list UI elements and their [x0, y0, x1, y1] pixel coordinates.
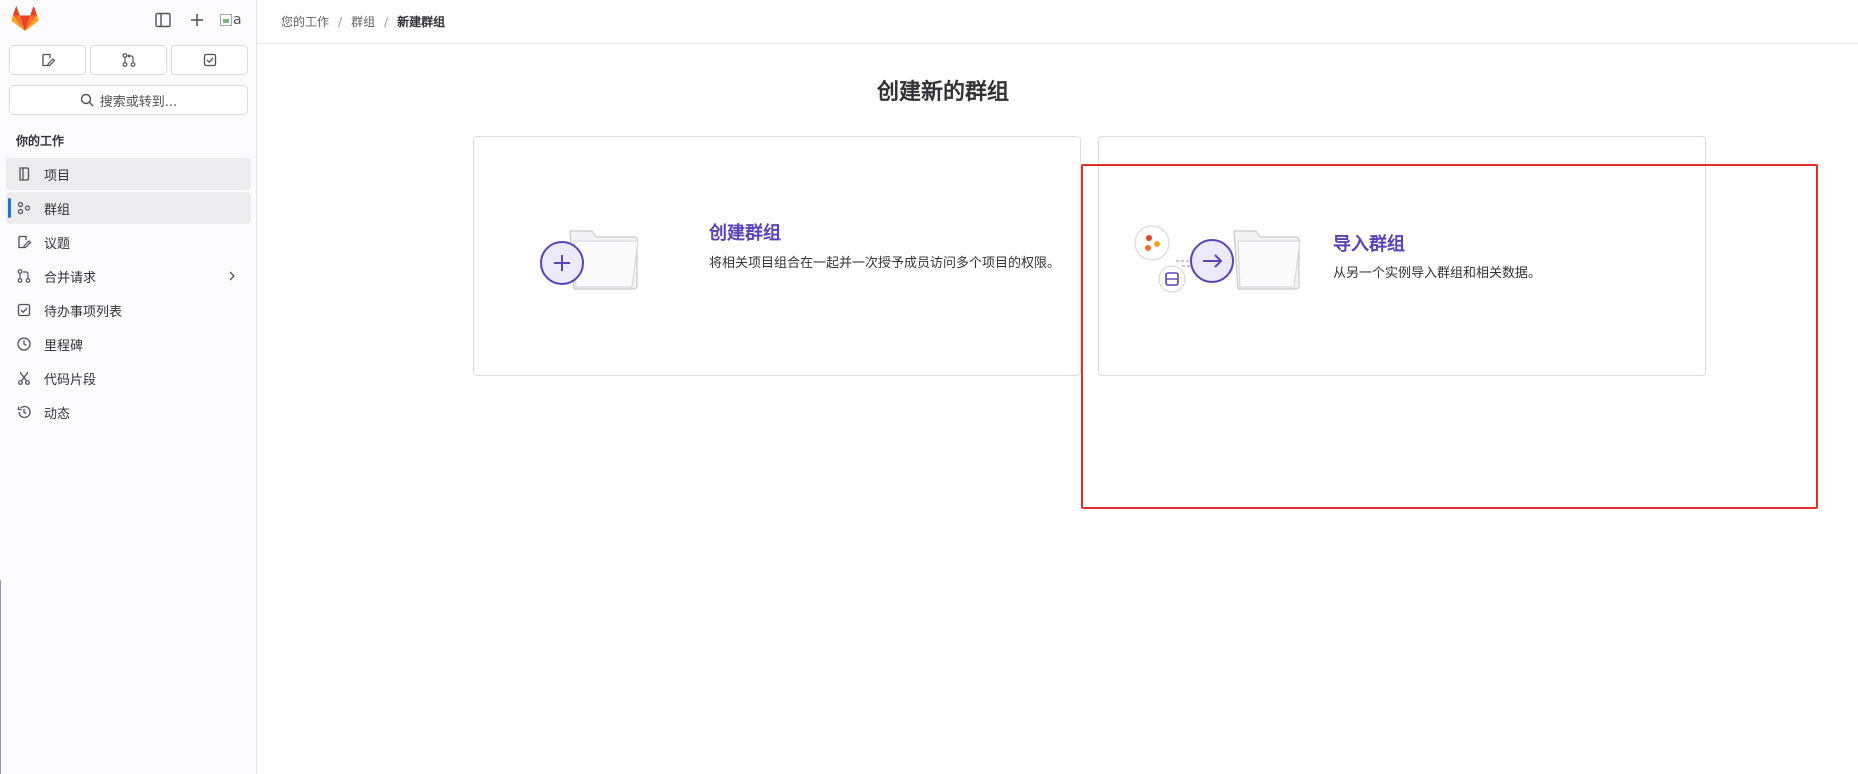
user-avatar[interactable]: a: [220, 8, 246, 32]
sidebar-item-milestones[interactable]: 里程碑: [6, 328, 251, 360]
broken-image-icon: [220, 14, 232, 26]
sidebar-header: a: [0, 0, 257, 40]
todo-button[interactable]: [171, 45, 248, 75]
project-icon: [16, 166, 32, 182]
breadcrumb-separator: /: [384, 14, 389, 29]
window-edge: [0, 580, 1, 774]
sidebar-nav: 项目 群组 议题 合并请求 待办事项列表 里程碑 代码片段 动态: [6, 158, 251, 430]
todo-icon: [203, 53, 216, 67]
avatar-alt-text: a: [233, 12, 242, 28]
breadcrumb-your-work[interactable]: 您的工作: [281, 13, 329, 30]
sidebar-item-merge-requests[interactable]: 合并请求: [6, 260, 251, 292]
create-group-title[interactable]: 创建群组: [709, 219, 781, 245]
merge-request-icon: [122, 53, 135, 67]
sidebar-item-todo-list[interactable]: 待办事项列表: [6, 294, 251, 326]
import-group-title[interactable]: 导入群组: [1333, 230, 1405, 256]
todo-icon: [16, 302, 32, 318]
breadcrumb-groups[interactable]: 群组: [351, 13, 375, 30]
sidebar-item-snippets[interactable]: 代码片段: [6, 362, 251, 394]
breadcrumb-new-group[interactable]: 新建群组: [397, 13, 445, 30]
history-icon: [16, 404, 32, 420]
search-label: 搜索或转到...: [99, 94, 178, 110]
sidebar-toggle-icon[interactable]: [153, 10, 173, 30]
create-group-description: 将相关项目组合在一起并一次授予成员访问多个项目的权限。: [709, 256, 1061, 271]
sidebar: a 搜索或转到... 你的工作 项目 群组 议题 合并请求 待办事项列表 里程碑…: [0, 0, 257, 774]
chevron-right-icon[interactable]: [225, 269, 239, 283]
sidebar-item-label: 议题: [44, 236, 71, 252]
create-group-illustration: [540, 230, 639, 290]
sidebar-item-projects[interactable]: 项目: [6, 158, 251, 190]
page-title: 创建新的群组: [876, 80, 1009, 105]
quick-actions: [9, 45, 248, 75]
sidebar-item-label: 代码片段: [44, 372, 97, 388]
sidebar-item-groups[interactable]: 群组: [6, 192, 251, 224]
issues-icon: [41, 53, 55, 67]
issues-button[interactable]: [9, 45, 86, 75]
group-icon: [16, 200, 32, 216]
sidebar-item-issues[interactable]: 议题: [6, 226, 251, 258]
gitlab-logo-icon[interactable]: [11, 6, 39, 32]
create-new-icon[interactable]: [187, 10, 207, 30]
breadcrumb: 您的工作 / 群组 / 新建群组: [257, 0, 1858, 44]
import-group-card[interactable]: 导入群组 从另一个实例导入群组和相关数据。: [1098, 136, 1706, 376]
sidebar-item-activity[interactable]: 动态: [6, 396, 251, 428]
merge-requests-button[interactable]: [90, 45, 167, 75]
search-button[interactable]: 搜索或转到...: [9, 85, 248, 115]
scissors-icon: [16, 370, 32, 386]
section-title: 你的工作: [16, 134, 65, 148]
merge-request-icon: [16, 268, 32, 284]
sidebar-item-label: 里程碑: [44, 338, 84, 354]
import-group-description: 从另一个实例导入群组和相关数据。: [1333, 266, 1542, 281]
sidebar-item-label: 群组: [44, 202, 71, 218]
sidebar-item-label: 动态: [44, 406, 71, 422]
create-group-card[interactable]: 创建群组 将相关项目组合在一起并一次授予成员访问多个项目的权限。: [473, 136, 1081, 376]
breadcrumb-separator: /: [338, 14, 343, 29]
issues-icon: [16, 234, 32, 250]
sidebar-item-label: 项目: [44, 168, 71, 184]
clock-icon: [16, 336, 32, 352]
import-group-illustration: [1134, 225, 1301, 293]
sidebar-item-label: 合并请求: [44, 270, 97, 286]
sidebar-item-label: 待办事项列表: [44, 304, 123, 320]
search-icon: [80, 93, 94, 107]
